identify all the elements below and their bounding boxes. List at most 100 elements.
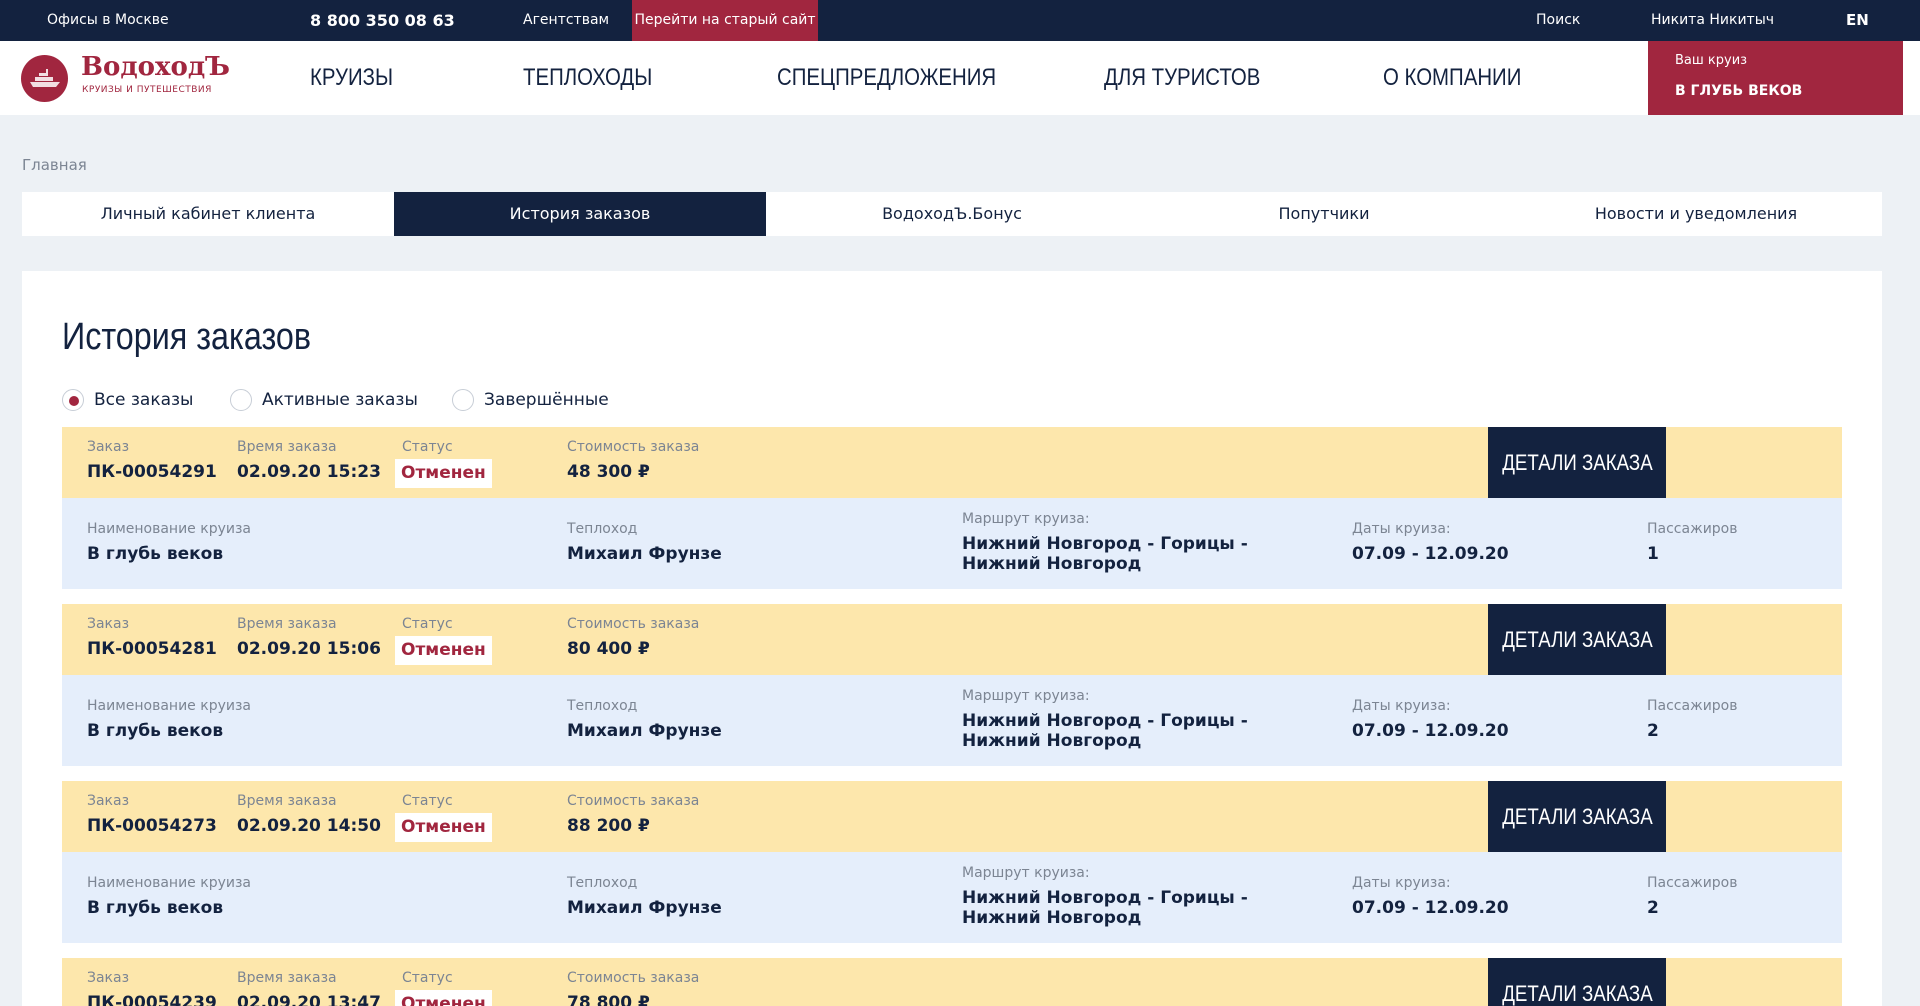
ship-label: Теплоход xyxy=(567,521,638,537)
user-name-link[interactable]: Никита Никитыч xyxy=(1651,0,1774,41)
order-cruise-info: Наименование круиза В глубь веков Теплох… xyxy=(62,852,1842,943)
order-id: ПК-00054239 xyxy=(87,993,217,1006)
cruise-dates: 07.09 - 12.09.20 xyxy=(1352,721,1509,741)
tab-bonus[interactable]: ВодоходЪ.Бонус xyxy=(766,192,1138,236)
cruise-name: В глубь веков xyxy=(87,898,224,918)
cruise-name: В глубь веков xyxy=(87,721,224,741)
order-id-label: Заказ xyxy=(87,793,130,809)
route-label: Маршрут круиза: xyxy=(962,511,1090,527)
cost-label: Стоимость заказа xyxy=(567,439,700,455)
order-time-label: Время заказа xyxy=(237,439,337,455)
ship-name: Михаил Фрунзе xyxy=(567,721,722,741)
status-label: Статус xyxy=(402,439,453,455)
cruise-route: Нижний Новгород - Горицы - Нижний Новгор… xyxy=(962,888,1248,928)
main-header: ВодоходЪ КРУИЗЫ И ПУТЕШЕСТВИЯ КРУИЗЫ ТЕП… xyxy=(0,41,1920,115)
order-details-label: Детали заказа xyxy=(1501,804,1653,829)
status-badge: Отменен xyxy=(395,813,492,842)
order-cost: 80 400 ₽ xyxy=(567,639,650,659)
order-details-button[interactable]: Детали заказа xyxy=(1488,781,1666,852)
search-link[interactable]: Поиск xyxy=(1536,0,1580,41)
passengers-label: Пассажиров xyxy=(1647,521,1738,537)
order-id-label: Заказ xyxy=(87,616,130,632)
radio-checked-icon xyxy=(62,389,84,411)
status-label: Статус xyxy=(402,616,453,632)
order-summary: Заказ ПК-00054273 Время заказа 02.09.20 … xyxy=(62,781,1842,852)
logo[interactable]: ВодоходЪ КРУИЗЫ И ПУТЕШЕСТВИЯ xyxy=(21,52,230,102)
order-cost: 78 800 ₽ xyxy=(567,993,650,1006)
passengers-count: 2 xyxy=(1647,721,1659,741)
route-label: Маршрут круиза: xyxy=(962,688,1090,704)
cost-label: Стоимость заказа xyxy=(567,793,700,809)
your-cruise-label: Ваш круиз xyxy=(1675,53,1748,68)
dates-label: Даты круиза: xyxy=(1352,875,1451,891)
ship-name: Михаил Фрунзе xyxy=(567,544,722,564)
order-time-label: Время заказа xyxy=(237,793,337,809)
order-time-label: Время заказа xyxy=(237,970,337,986)
tab-news[interactable]: Новости и уведомления xyxy=(1510,192,1882,236)
order-cruise-info: Наименование круиза В глубь веков Теплох… xyxy=(62,675,1842,766)
logo-name: ВодоходЪ xyxy=(81,52,231,82)
nav-about[interactable]: О КОМПАНИИ xyxy=(1383,41,1521,115)
order-id: ПК-00054273 xyxy=(87,816,217,836)
breadcrumb[interactable]: Главная xyxy=(22,156,87,174)
order-id: ПК-00054291 xyxy=(87,462,217,482)
nav-for-tourists[interactable]: ДЛЯ ТУРИСТОВ xyxy=(1104,41,1260,115)
order-details-label: Детали заказа xyxy=(1501,627,1653,652)
nav-ships[interactable]: ТЕПЛОХОДЫ xyxy=(523,41,652,115)
order-details-button[interactable]: Детали заказа xyxy=(1488,958,1666,1006)
account-tabs: Личный кабинет клиента История заказов В… xyxy=(22,192,1882,236)
cruise-route: Нижний Новгород - Горицы - Нижний Новгор… xyxy=(962,534,1248,574)
order-history-panel: История заказов Все заказы Активные зака… xyxy=(22,271,1882,1006)
ship-logo-icon xyxy=(21,55,68,102)
cruise-dates: 07.09 - 12.09.20 xyxy=(1352,898,1509,918)
offices-link[interactable]: Офисы в Москве xyxy=(47,0,169,41)
cruise-name: В глубь веков xyxy=(87,544,224,564)
order-summary: Заказ ПК-00054291 Время заказа 02.09.20 … xyxy=(62,427,1842,498)
old-site-button[interactable]: Перейти на старый сайт xyxy=(632,0,818,41)
route-label: Маршрут круиза: xyxy=(962,865,1090,881)
filter-all-label: Все заказы xyxy=(94,390,194,410)
order-time: 02.09.20 13:47 xyxy=(237,993,381,1006)
order-time-label: Время заказа xyxy=(237,616,337,632)
order-cost: 48 300 ₽ xyxy=(567,462,650,482)
passengers-label: Пассажиров xyxy=(1647,698,1738,714)
cost-label: Стоимость заказа xyxy=(567,616,700,632)
order-details-button[interactable]: Детали заказа xyxy=(1488,427,1666,498)
ship-label: Теплоход xyxy=(567,698,638,714)
top-bar: Офисы в Москве 8 800 350 08 63 Агентства… xyxy=(0,0,1920,41)
nav-cruises[interactable]: КРУИЗЫ xyxy=(310,41,393,115)
status-label: Статус xyxy=(402,793,453,809)
tab-companions[interactable]: Попутчики xyxy=(1138,192,1510,236)
cruise-name-label: Наименование круиза xyxy=(87,875,251,891)
status-badge: Отменен xyxy=(395,459,492,488)
order-details-label: Детали заказа xyxy=(1501,981,1653,1006)
tab-client-account[interactable]: Личный кабинет клиента xyxy=(22,192,394,236)
order-summary: Заказ ПК-00054281 Время заказа 02.09.20 … xyxy=(62,604,1842,675)
order-details-label: Детали заказа xyxy=(1501,450,1653,475)
agencies-link[interactable]: Агентствам xyxy=(523,0,609,41)
status-badge: Отменен xyxy=(395,636,492,665)
nav-special-offers[interactable]: СПЕЦПРЕДЛОЖЕНИЯ xyxy=(777,41,996,115)
dates-label: Даты круиза: xyxy=(1352,698,1451,714)
cruise-name-label: Наименование круиза xyxy=(87,698,251,714)
order-time: 02.09.20 14:50 xyxy=(237,816,381,836)
filter-active-label: Активные заказы xyxy=(262,390,418,410)
language-switch[interactable]: EN xyxy=(1846,0,1869,41)
status-badge: Отменен xyxy=(395,990,492,1006)
order-summary: Заказ ПК-00054239 Время заказа 02.09.20 … xyxy=(62,958,1842,1006)
cruise-name-label: Наименование круиза xyxy=(87,521,251,537)
passengers-label: Пассажиров xyxy=(1647,875,1738,891)
your-cruise-box[interactable]: Ваш круиз В ГЛУБЬ ВЕКОВ xyxy=(1648,41,1903,115)
tab-order-history[interactable]: История заказов xyxy=(394,192,766,236)
cruise-dates: 07.09 - 12.09.20 xyxy=(1352,544,1509,564)
logo-subtitle: КРУИЗЫ И ПУТЕШЕСТВИЯ xyxy=(82,85,212,95)
ship-name: Михаил Фрунзе xyxy=(567,898,722,918)
your-cruise-name: В ГЛУБЬ ВЕКОВ xyxy=(1675,83,1803,99)
cost-label: Стоимость заказа xyxy=(567,970,700,986)
order-id-label: Заказ xyxy=(87,970,130,986)
order-details-button[interactable]: Детали заказа xyxy=(1488,604,1666,675)
phone-number[interactable]: 8 800 350 08 63 xyxy=(310,0,455,41)
order-time: 02.09.20 15:06 xyxy=(237,639,381,659)
order-cost: 88 200 ₽ xyxy=(567,816,650,836)
order-time: 02.09.20 15:23 xyxy=(237,462,381,482)
